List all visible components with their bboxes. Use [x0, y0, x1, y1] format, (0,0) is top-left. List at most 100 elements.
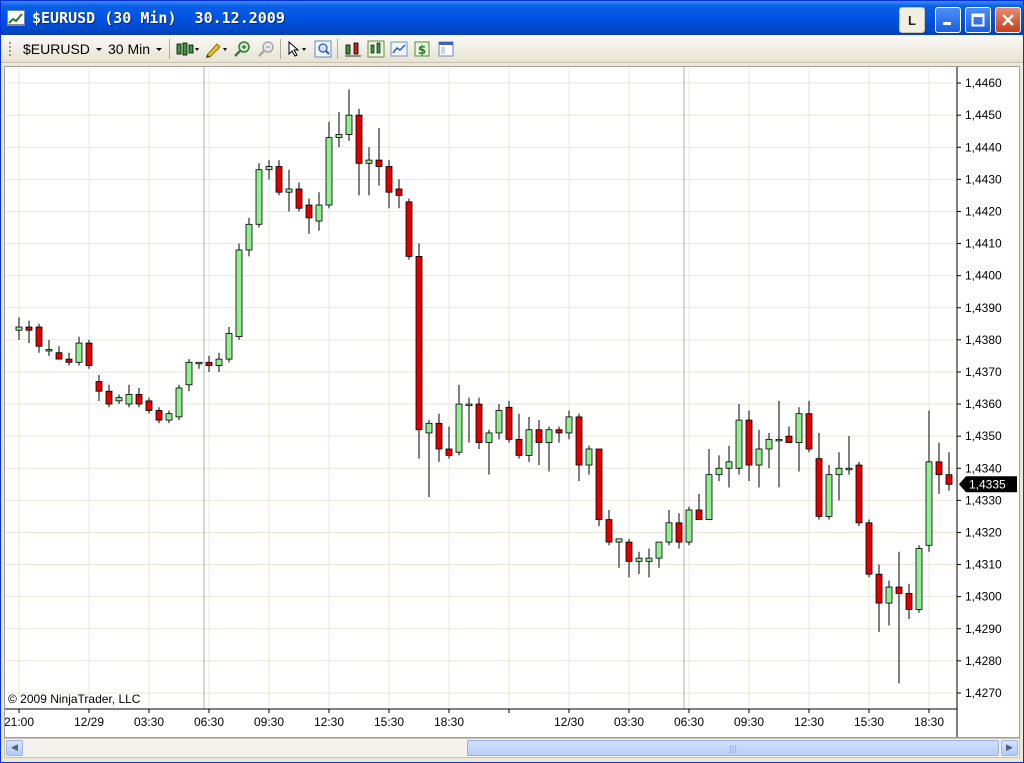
- price-tick-label: 1,4390: [965, 301, 1002, 315]
- candle: [745, 410, 753, 482]
- candle: [445, 426, 453, 459]
- candle: [265, 160, 273, 180]
- zoom-out-button[interactable]: [257, 39, 275, 59]
- toolbar-separator: [337, 39, 339, 59]
- grip-icon: |||: [728, 743, 738, 753]
- chart-app-icon: [7, 10, 25, 26]
- bar-spacing-button[interactable]: [344, 39, 362, 59]
- properties-icon: [438, 41, 454, 57]
- strategies-icon: [390, 41, 408, 57]
- chart-style-button[interactable]: [176, 39, 200, 59]
- price-tick-label: 1,4450: [965, 108, 1002, 122]
- minimize-button[interactable]: [935, 7, 961, 33]
- candle: [775, 400, 783, 488]
- candle: [545, 426, 553, 472]
- time-tick-label: 09:30: [734, 715, 764, 729]
- toolbar-grip: [7, 39, 13, 59]
- candle: [845, 436, 853, 475]
- candle: [535, 420, 543, 466]
- scrollbar-thumb[interactable]: |||: [467, 740, 999, 756]
- candle: [665, 509, 673, 546]
- properties-button[interactable]: [437, 39, 455, 59]
- candle: [345, 89, 353, 141]
- time-tick-label: 18:30: [914, 715, 944, 729]
- candle: [75, 336, 83, 366]
- candle: [805, 400, 813, 453]
- candle: [395, 179, 403, 209]
- time-axis: 21:00 12/29 03:30 06:30 09:30 12:30 15:30 18:30…: [5, 708, 957, 729]
- price-tick-label: 1,4270: [965, 686, 1002, 700]
- candle: [735, 404, 743, 475]
- candle: [475, 397, 483, 449]
- candle: [155, 407, 163, 424]
- zoom-in-button[interactable]: [233, 39, 251, 59]
- title-bar[interactable]: $EURUSD (30 Min) 30.12.2009 L: [1, 1, 1023, 35]
- candle: [95, 375, 103, 401]
- interval-label: 30 Min: [108, 41, 151, 57]
- candle: [795, 407, 803, 472]
- candle: [435, 413, 443, 462]
- cursor-mode-button[interactable]: [286, 39, 310, 59]
- chart-toolbar: $EURUSD 30 Min $: [1, 35, 1023, 63]
- candle: [385, 160, 393, 209]
- indicators-icon: [367, 40, 385, 58]
- drawing-tool-button[interactable]: [204, 39, 228, 59]
- candle: [625, 538, 633, 578]
- zoom-out-icon: [258, 41, 274, 57]
- time-tick-label: 03:30: [614, 715, 644, 729]
- instrument-selector[interactable]: $EURUSD: [23, 39, 104, 59]
- candle: [275, 160, 283, 196]
- price-tick-label: 1,4320: [965, 525, 1002, 539]
- candle: [195, 361, 203, 369]
- candle: [715, 455, 723, 482]
- scroll-right-button[interactable]: ▶: [1001, 740, 1018, 756]
- candle: [245, 217, 253, 257]
- candle: [65, 352, 73, 366]
- copyright-notice: © 2009 NinjaTrader, LLC: [8, 692, 141, 706]
- candle: [865, 519, 873, 578]
- cursor-icon: [288, 40, 306, 57]
- candle: [525, 416, 533, 462]
- horizontal-scrollbar[interactable]: ◀ ||| ▶: [4, 738, 1020, 758]
- link-l-button[interactable]: L: [899, 7, 925, 33]
- candle: [295, 182, 303, 212]
- candle: [755, 429, 763, 488]
- strategies-button[interactable]: [390, 39, 408, 59]
- candle: [185, 359, 193, 392]
- price-axis: 1,4460 1,4450 1,4440 1,4430 1,4420 1,4410 1,44…: [956, 67, 1002, 737]
- time-tick-label: 12:30: [794, 715, 824, 729]
- data-box-button[interactable]: [314, 39, 332, 59]
- candle: [455, 384, 463, 456]
- scroll-left-button[interactable]: ◀: [6, 740, 23, 756]
- candle: [125, 384, 133, 408]
- price-tick-label: 1,4280: [965, 654, 1002, 668]
- candles-layer: [15, 89, 953, 684]
- minimize-icon: [943, 22, 951, 25]
- time-tick-label: 12:30: [314, 715, 344, 729]
- arrow-left-icon: ◀: [11, 743, 18, 753]
- candle: [705, 448, 713, 521]
- close-button[interactable]: [995, 7, 1021, 33]
- bar-spacing-icon: [345, 42, 361, 57]
- candle: [695, 493, 703, 521]
- interval-selector[interactable]: 30 Min: [108, 39, 164, 59]
- maximize-button[interactable]: [965, 7, 991, 33]
- candle: [725, 445, 733, 488]
- ninjatrader-chart-window: $EURUSD (30 Min) 30.12.2009 L $EURUSD 30…: [0, 0, 1024, 763]
- candlestick-chart[interactable]: 1,4460 1,4450 1,4440 1,4430 1,4420 1,4410 1,44…: [5, 67, 1019, 737]
- time-tick-label: 09:30: [254, 715, 284, 729]
- price-tick-label: 1,4290: [965, 622, 1002, 636]
- candle: [135, 388, 143, 408]
- svg-text:$: $: [418, 43, 426, 57]
- dollar-button[interactable]: $: [413, 39, 431, 59]
- candle: [825, 465, 833, 520]
- toolbar-separator: [169, 39, 171, 59]
- candle: [235, 243, 243, 340]
- indicators-button[interactable]: [367, 39, 385, 59]
- candle: [495, 404, 503, 440]
- candle: [45, 339, 53, 356]
- price-chart-panel[interactable]: 1,4460 1,4450 1,4440 1,4430 1,4420 1,4410 1,44…: [4, 66, 1020, 738]
- candle: [105, 384, 113, 408]
- price-tick-label: 1,4410: [965, 237, 1002, 251]
- candle: [325, 121, 333, 209]
